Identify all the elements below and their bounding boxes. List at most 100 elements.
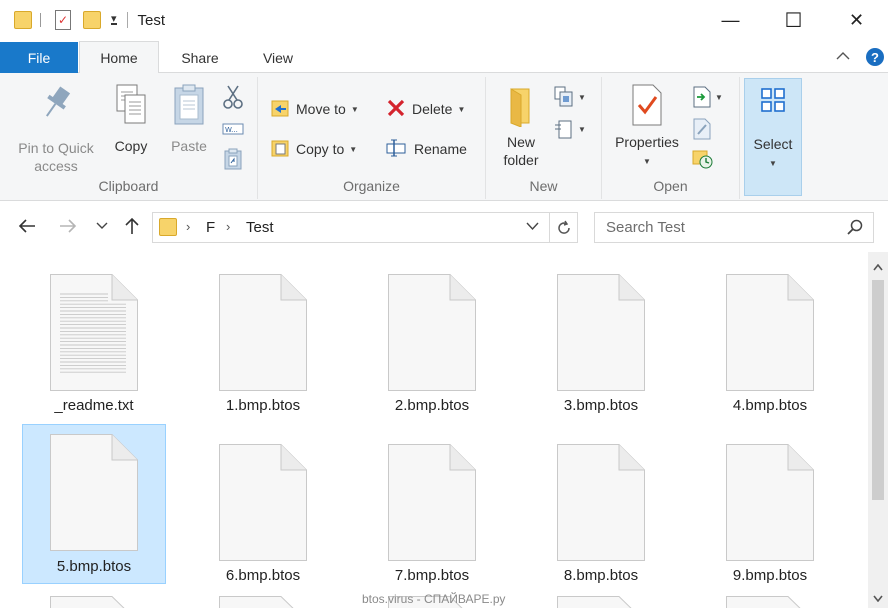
tab-share[interactable]: Share [166, 42, 234, 74]
rename-label: Rename [414, 141, 467, 157]
help-icon[interactable]: ? [866, 48, 884, 66]
select-group: Select ▼ [740, 77, 804, 199]
open-button[interactable]: ▼ [692, 85, 723, 109]
file-name: 8.bmp.btos [563, 567, 639, 584]
scroll-down-button[interactable] [868, 590, 888, 606]
search-box [594, 212, 874, 243]
tab-home[interactable]: Home [79, 41, 159, 74]
scrollbar-thumb[interactable] [872, 280, 884, 500]
divider [40, 13, 41, 27]
paste-button[interactable]: Paste [166, 83, 212, 155]
new-item-icon [554, 86, 573, 107]
chevron-down-icon: ▼ [715, 92, 723, 102]
properties-button[interactable]: Properties ▼ [608, 83, 686, 171]
edit-icon [693, 118, 711, 140]
file-icon[interactable] [557, 596, 645, 608]
cut-button[interactable] [222, 85, 244, 109]
edit-button[interactable] [692, 117, 712, 141]
recent-locations-button[interactable] [91, 214, 113, 238]
move-to-icon [270, 98, 290, 121]
copy-label: Copy [114, 138, 148, 154]
open-group: Properties ▼ ▼ Open [602, 77, 740, 199]
tab-view[interactable]: View [246, 42, 310, 74]
file-icon[interactable] [726, 596, 814, 608]
forward-button[interactable] [57, 214, 79, 238]
pin-to-quick-access-button[interactable]: Pin to Quick access [10, 83, 102, 175]
new-folder-label: New folder [503, 134, 539, 168]
file-item[interactable]: 3.bmp.btos [529, 254, 673, 414]
tab-file[interactable]: File [0, 42, 78, 74]
arrow-left-icon [18, 219, 35, 233]
history-button[interactable] [692, 147, 714, 171]
rename-icon [386, 138, 408, 161]
file-icon[interactable] [50, 596, 138, 608]
file-item[interactable]: _readme.txt [22, 254, 166, 414]
file-icon [557, 274, 645, 391]
copy-button[interactable]: Copy [108, 83, 154, 155]
organize-group-label: Organize [343, 178, 400, 194]
select-button[interactable]: Select ▼ [744, 78, 802, 196]
file-name: 5.bmp.btos [56, 558, 132, 575]
breadcrumb-test[interactable]: Test [246, 219, 274, 236]
delete-button[interactable]: Delete ▼ [386, 97, 465, 121]
address-bar[interactable]: › F › Test [152, 212, 578, 243]
file-item[interactable]: 2.bmp.btos [360, 254, 504, 414]
file-item[interactable]: 1.bmp.btos [191, 254, 335, 414]
scroll-up-button[interactable] [868, 258, 888, 276]
file-name: 6.bmp.btos [225, 567, 301, 584]
vertical-scrollbar[interactable] [868, 252, 888, 608]
chevron-down-icon [526, 222, 539, 231]
minimize-button[interactable]: — [699, 0, 762, 40]
file-item[interactable]: 6.bmp.btos [191, 424, 335, 584]
pin-label: Pin to Quick access [18, 140, 94, 174]
paste-icon [174, 84, 204, 125]
search-icon[interactable] [847, 219, 863, 235]
file-icon [219, 274, 307, 391]
file-icon[interactable] [219, 596, 307, 608]
file-item[interactable]: 8.bmp.btos [529, 424, 673, 584]
file-icon [726, 274, 814, 391]
open-icon [693, 86, 711, 108]
new-folder-button[interactable]: New folder [496, 83, 546, 169]
text-file-icon [50, 274, 138, 391]
folder-icon [159, 218, 177, 236]
chevron-down-icon: ▼ [769, 159, 777, 168]
search-input[interactable] [595, 213, 825, 242]
file-item[interactable]: 9.bmp.btos [698, 424, 842, 584]
move-to-button[interactable]: Move to ▼ [270, 97, 359, 121]
copy-path-button[interactable]: W... [222, 117, 244, 141]
maximize-button[interactable]: ☐ [762, 0, 825, 40]
clipboard-group-label: Clipboard [98, 178, 159, 194]
chevron-up-icon[interactable] [836, 49, 850, 63]
file-name: 2.bmp.btos [394, 397, 470, 414]
file-name: 7.bmp.btos [394, 567, 470, 584]
copy-to-button[interactable]: Copy to ▼ [270, 137, 357, 161]
file-item[interactable]: 5.bmp.btos [22, 424, 166, 584]
refresh-icon [557, 220, 570, 234]
file-icon [726, 444, 814, 561]
close-button[interactable]: ✕ [825, 0, 888, 40]
select-label: Select [753, 136, 793, 152]
up-button[interactable] [121, 214, 143, 238]
divider [126, 12, 128, 28]
file-item[interactable]: 7.bmp.btos [360, 424, 504, 584]
back-button[interactable] [16, 214, 38, 238]
properties-label: Properties [615, 134, 679, 150]
quick-access-toolbar: ✓ ▾ [0, 0, 128, 40]
rename-button[interactable]: Rename [386, 137, 467, 161]
customize-quick-access-dropdown[interactable]: ▾ [111, 14, 117, 25]
file-list: _readme.txt 1.bmp.btos 2.bmp.btos 3.bmp.bto… [0, 252, 868, 608]
new-folder-icon[interactable] [83, 11, 101, 29]
svg-text:W...: W... [225, 126, 238, 134]
easy-access-button[interactable]: ▼ [554, 117, 586, 141]
properties-icon[interactable]: ✓ [55, 10, 71, 30]
refresh-button[interactable] [549, 213, 577, 242]
clipboard-group: Pin to Quick access Copy Paste W... Clip… [0, 77, 258, 199]
file-item[interactable]: 4.bmp.btos [698, 254, 842, 414]
breadcrumb-f[interactable]: F [206, 219, 215, 236]
address-dropdown[interactable] [526, 219, 539, 236]
new-folder-icon [510, 88, 530, 127]
new-item-button[interactable]: ▼ [554, 85, 586, 109]
file-name: 1.bmp.btos [225, 397, 301, 414]
paste-shortcut-button[interactable] [224, 147, 242, 171]
